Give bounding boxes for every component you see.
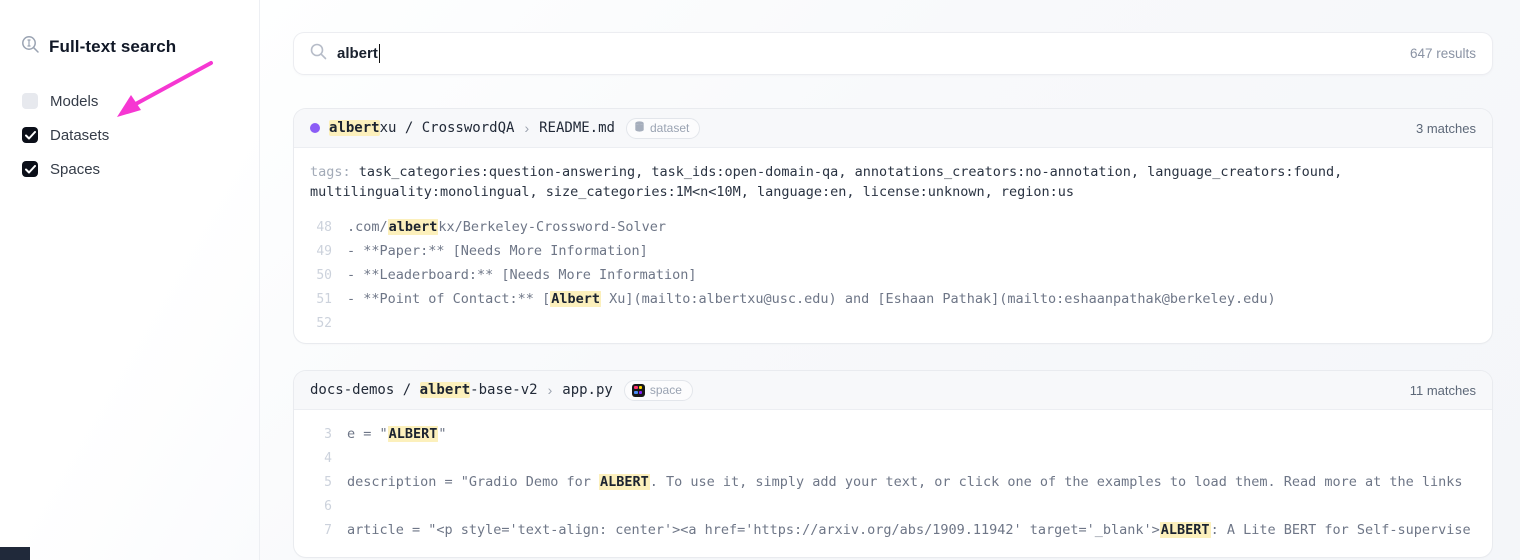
text-segment: - **Leaderboard:** [Needs More Informati…: [347, 267, 697, 283]
line-number: 49: [310, 244, 332, 259]
line-content: article = "<p style='text-align: center'…: [347, 522, 1476, 538]
line-number: 52: [310, 316, 332, 331]
match-highlight: ALBERT: [1160, 522, 1211, 538]
text-segment: : A Lite BERT for Self-supervise: [1211, 522, 1471, 538]
code-line: 51 - **Point of Contact:** [Albert Xu](m…: [310, 287, 1476, 311]
text-caret: [379, 44, 381, 63]
models-label: Models: [50, 93, 98, 110]
text-segment: -base-v2: [470, 382, 537, 398]
line-content: .com/albertkx/Berkeley-Crossword-Solver: [347, 219, 1476, 235]
models-checkbox[interactable]: [22, 93, 38, 109]
line-number: 7: [310, 523, 332, 538]
match-count: 3 matches: [1416, 121, 1476, 136]
line-number: 48: [310, 220, 332, 235]
line-number: 6: [310, 499, 332, 514]
text-segment: xu / CrosswordQA: [380, 120, 515, 136]
chevron-right-icon: ›: [524, 120, 529, 136]
search-query-text: albert: [337, 45, 378, 62]
match-highlight: albert: [329, 120, 380, 136]
text-segment: - **Point of Contact:** [: [347, 291, 550, 307]
code-line: 52: [310, 311, 1476, 335]
code-line: 4: [310, 446, 1476, 470]
match-highlight: Albert: [550, 291, 601, 307]
line-content: description = "Gradio Demo for ALBERT. T…: [347, 474, 1476, 490]
line-content: - **Paper:** [Needs More Information]: [347, 243, 1476, 259]
line-number: 3: [310, 427, 332, 442]
search-input[interactable]: albert 647 results: [294, 33, 1492, 74]
line-number: 51: [310, 292, 332, 307]
text-segment: kx/Berkeley-Crossword-Solver: [438, 219, 666, 235]
code-line: 6: [310, 494, 1476, 518]
text-segment: description = "Gradio Demo for: [347, 474, 599, 490]
bottom-left-dark-fragment: [0, 547, 30, 560]
match-highlight: albert: [388, 219, 439, 235]
match-highlight: albert: [420, 382, 471, 398]
repo-type-badge: dataset: [626, 118, 700, 139]
spaces-checkbox[interactable]: [22, 161, 38, 177]
text-segment: docs-demos /: [310, 382, 420, 398]
text-segment: - **Paper:** [Needs More Information]: [347, 243, 648, 259]
repo-path[interactable]: docs-demos / albert-base-v2: [310, 382, 538, 398]
filter-datasets[interactable]: Datasets: [0, 125, 259, 145]
search-icon: [310, 43, 327, 65]
tags-value: task_categories:question-answering, task…: [310, 164, 1350, 200]
result-header[interactable]: albertxu / CrosswordQA › README.md datas…: [294, 109, 1492, 148]
line-content: - **Leaderboard:** [Needs More Informati…: [347, 267, 1476, 283]
result-body: 3 e = "ALBERT" 4 5 description = "Gradio…: [294, 410, 1492, 542]
file-name[interactable]: README.md: [539, 120, 615, 136]
space-icon: [632, 384, 645, 397]
code-line: 48 .com/albertkx/Berkeley-Crossword-Solv…: [310, 215, 1476, 239]
line-content: - **Point of Contact:** [Albert Xu](mail…: [347, 291, 1476, 307]
code-line: 3 e = "ALBERT": [310, 422, 1476, 446]
result-header[interactable]: docs-demos / albert-base-v2 › app.py spa…: [294, 371, 1492, 410]
text-segment: ": [438, 426, 446, 442]
text-segment: e = ": [347, 426, 388, 442]
tags-label: tags:: [310, 164, 359, 180]
code-line: 5 description = "Gradio Demo for ALBERT.…: [310, 470, 1476, 494]
line-number: 4: [310, 451, 332, 466]
sidebar: Full-text search Models Datasets Spaces: [0, 0, 260, 560]
repo-type-badge: space: [624, 380, 693, 401]
filter-list: Models Datasets Spaces: [0, 91, 259, 179]
line-number: 50: [310, 268, 332, 283]
line-number: 5: [310, 475, 332, 490]
dataset-icon: [634, 121, 645, 135]
datasets-label: Datasets: [50, 127, 109, 144]
repo-path[interactable]: albertxu / CrosswordQA: [329, 120, 514, 136]
search-result-card: docs-demos / albert-base-v2 › app.py spa…: [294, 371, 1492, 557]
text-segment: . To use it, simply add your text, or cl…: [650, 474, 1463, 490]
filter-models[interactable]: Models: [0, 91, 259, 111]
line-content: e = "ALBERT": [347, 426, 1476, 442]
badge-label: space: [650, 383, 682, 397]
code-line: 50 - **Leaderboard:** [Needs More Inform…: [310, 263, 1476, 287]
text-segment: Xu](mailto:albertxu@usc.edu) and [Eshaan…: [601, 291, 1276, 307]
filter-spaces[interactable]: Spaces: [0, 159, 259, 179]
datasets-checkbox[interactable]: [22, 127, 38, 143]
result-body: tags: task_categories:question-answering…: [294, 148, 1492, 335]
text-segment: .com/: [347, 219, 388, 235]
file-name[interactable]: app.py: [562, 382, 613, 398]
code-line: 49 - **Paper:** [Needs More Information]: [310, 239, 1476, 263]
tags-line: tags: task_categories:question-answering…: [310, 162, 1476, 202]
spaces-label: Spaces: [50, 161, 100, 178]
code-line: 7 article = "<p style='text-align: cente…: [310, 518, 1476, 542]
page-title: Full-text search: [49, 37, 176, 57]
dataset-dot-icon: [310, 123, 320, 133]
search-result-card: albertxu / CrosswordQA › README.md datas…: [294, 109, 1492, 343]
match-highlight: ALBERT: [388, 426, 439, 442]
chevron-right-icon: ›: [548, 382, 553, 398]
fulltext-search-icon: [21, 35, 40, 59]
badge-label: dataset: [650, 121, 689, 135]
main-content: albert 647 results albertxu / CrosswordQ…: [260, 0, 1520, 560]
text-segment: article = "<p style='text-align: center'…: [347, 522, 1160, 538]
results-count: 647 results: [1410, 46, 1476, 61]
match-highlight: ALBERT: [599, 474, 650, 490]
match-count: 11 matches: [1410, 383, 1476, 398]
